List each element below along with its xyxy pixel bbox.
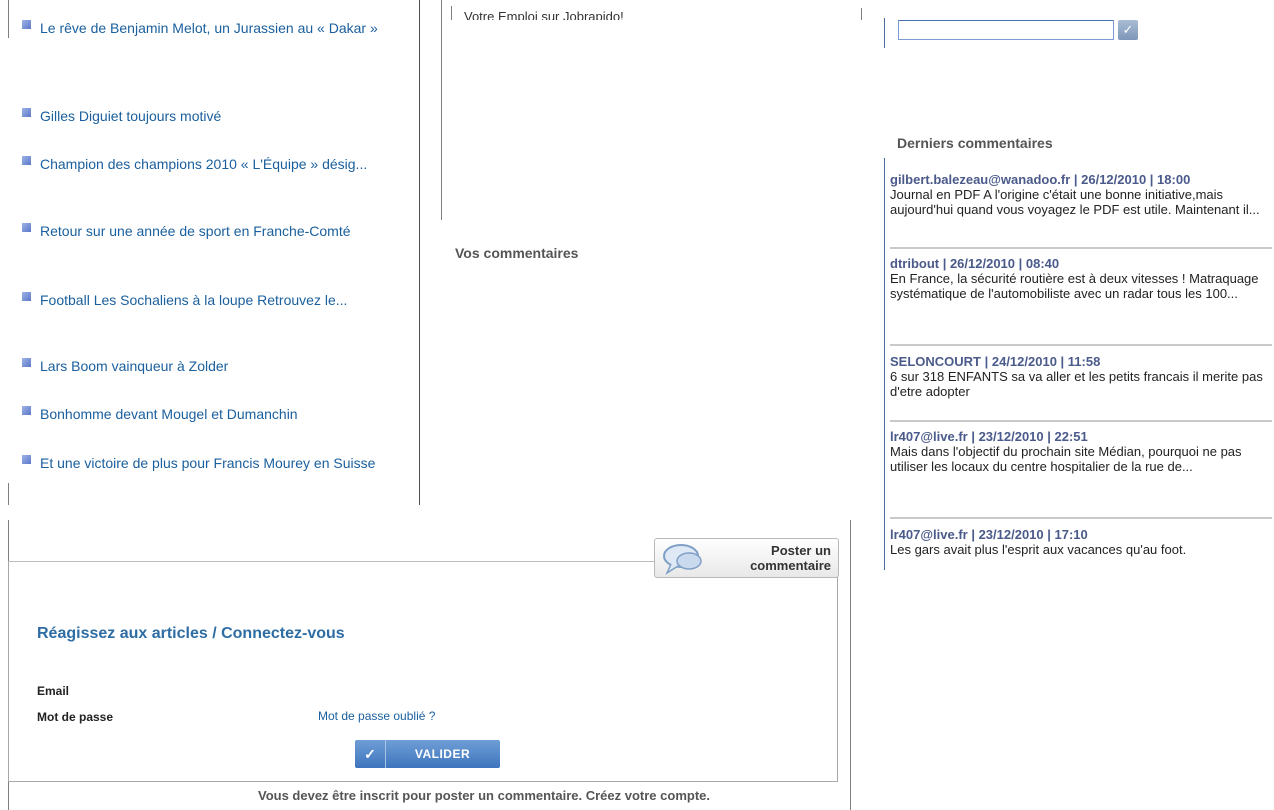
list-item: Lars Boom vainqueur à Zolder <box>22 352 392 380</box>
divider <box>8 483 9 505</box>
submit-button[interactable]: ✓ VALIDER <box>355 740 500 768</box>
speech-bubble-icon <box>663 544 702 575</box>
login-title: Réagissez aux articles / Connectez-vous <box>37 625 345 642</box>
comment-item[interactable]: lr407@live.fr | 23/12/2010 | 22:51 Mais … <box>890 429 1272 474</box>
bullet-icon <box>22 358 31 367</box>
separator <box>890 247 1272 249</box>
list-item: Football Les Sochaliens à la loupe Retro… <box>22 286 392 314</box>
article-link[interactable]: Gilles Diguiet toujours motivé <box>40 102 392 130</box>
comment-text: Les gars avait plus l'esprit aux vacance… <box>890 542 1187 557</box>
article-link[interactable]: Champion des champions 2010 « L'Équipe »… <box>40 150 392 178</box>
comment-text: Mais dans l'objectif du prochain site Mé… <box>890 444 1242 474</box>
article-link[interactable]: Football Les Sochaliens à la loupe Retro… <box>40 286 392 314</box>
check-icon: ✓ <box>1122 22 1134 37</box>
separator <box>890 517 1272 519</box>
bullet-icon <box>22 223 31 232</box>
comment-item[interactable]: gilbert.balezeau@wanadoo.fr | 26/12/2010… <box>890 172 1272 217</box>
list-item: Retour sur une année de sport en Franche… <box>22 217 392 245</box>
email-label: Email <box>37 684 70 698</box>
register-notice[interactable]: Vous devez être inscrit pour poster un c… <box>258 788 710 803</box>
divider <box>419 0 420 505</box>
article-link[interactable]: Retour sur une année de sport en Franche… <box>40 217 392 245</box>
comment-item[interactable]: SELONCOURT | 24/12/2010 | 11:58 6 sur 31… <box>890 354 1272 399</box>
bullet-icon <box>22 292 31 301</box>
comment-text: En France, la sécurité routière est à de… <box>890 271 1259 301</box>
divider <box>8 0 9 38</box>
list-item: Bonhomme devant Mougel et Dumanchin <box>22 400 392 428</box>
divider <box>850 520 851 810</box>
article-link[interactable]: Bonhomme devant Mougel et Dumanchin <box>40 400 392 428</box>
divider <box>451 6 452 20</box>
comment-text: Journal en PDF A l'origine c'était une b… <box>890 187 1260 217</box>
post-comment-label: Poster un commentaire <box>750 543 831 573</box>
bullet-icon <box>22 108 31 117</box>
comment-item[interactable]: lr407@live.fr | 23/12/2010 | 17:10 Les g… <box>890 527 1272 557</box>
comments-rail <box>884 158 885 570</box>
post-comment-button[interactable]: Poster un commentaire <box>654 538 839 578</box>
comment-text: 6 sur 318 ENFANTS sa va aller et les pet… <box>890 369 1263 399</box>
bullet-icon <box>22 156 31 165</box>
divider <box>441 0 442 220</box>
list-item: Gilles Diguiet toujours motivé <box>22 102 392 130</box>
list-item: Le rêve de Benjamin Melot, un Jurassien … <box>22 14 392 42</box>
submit-label: VALIDER <box>414 747 471 761</box>
search-submit-button[interactable]: ✓ <box>1118 20 1138 40</box>
password-label: Mot de passe <box>37 710 114 724</box>
bullet-icon <box>22 406 31 415</box>
article-link[interactable]: Le rêve de Benjamin Melot, un Jurassien … <box>40 14 392 42</box>
separator <box>890 420 1272 422</box>
section-heading: Vos commentaires <box>455 245 579 261</box>
search-input[interactable] <box>898 20 1114 40</box>
list-item: Champion des champions 2010 « L'Équipe »… <box>22 150 392 178</box>
article-link[interactable]: Lars Boom vainqueur à Zolder <box>40 352 392 380</box>
bullet-icon <box>22 20 31 29</box>
comment-meta: SELONCOURT | 24/12/2010 | 11:58 <box>890 354 1101 369</box>
comment-item[interactable]: dtribout | 26/12/2010 | 08:40 En France,… <box>890 256 1272 301</box>
check-icon: ✓ <box>355 740 386 768</box>
article-link[interactable]: Et une victoire de plus pour Francis Mou… <box>40 449 392 477</box>
comment-meta: lr407@live.fr | 23/12/2010 | 17:10 <box>890 527 1088 542</box>
recent-comments-heading: Derniers commentaires <box>897 135 1053 151</box>
list-item: Et une victoire de plus pour Francis Mou… <box>22 449 392 477</box>
job-ad-text[interactable]: Votre Emploi sur Jobrapido! <box>464 6 864 20</box>
comment-meta: gilbert.balezeau@wanadoo.fr | 26/12/2010… <box>890 172 1191 187</box>
comment-meta: lr407@live.fr | 23/12/2010 | 22:51 <box>890 429 1088 444</box>
comment-meta: dtribout | 26/12/2010 | 08:40 <box>890 256 1060 271</box>
forgot-password-link[interactable]: Mot de passe oublié ? <box>318 709 435 723</box>
bullet-icon <box>22 455 31 464</box>
divider <box>884 18 885 48</box>
separator <box>890 344 1272 346</box>
